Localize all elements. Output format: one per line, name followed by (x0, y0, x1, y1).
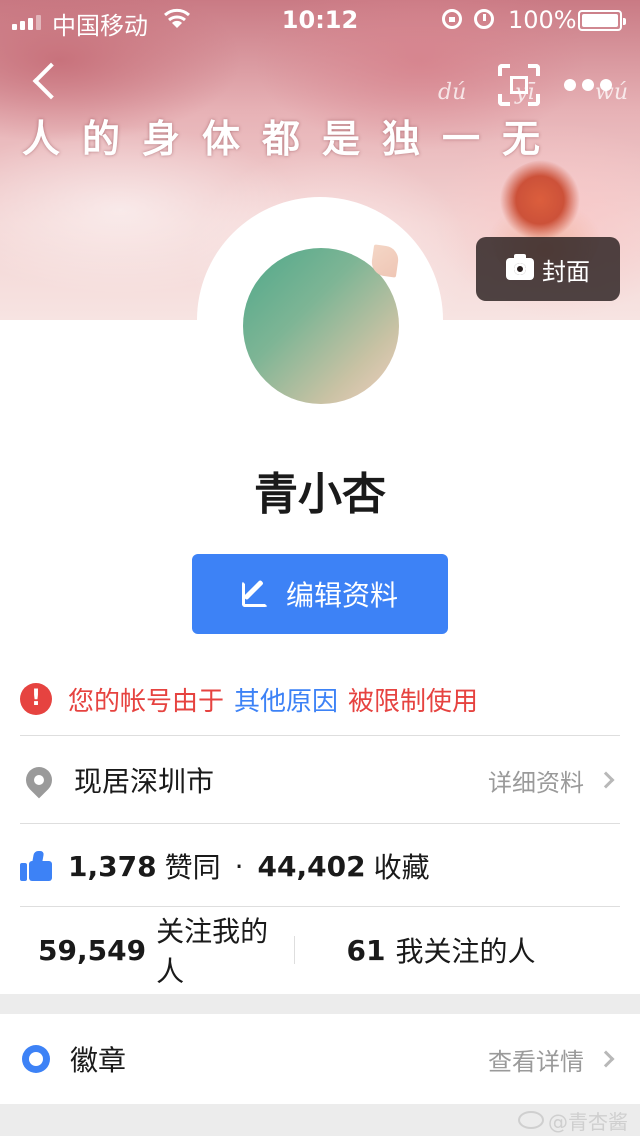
stats-separator: · (234, 849, 244, 883)
chevron-right-icon (597, 771, 615, 789)
camera-icon (506, 254, 534, 280)
view-details-link[interactable]: 查看详情 (488, 1042, 584, 1077)
thumbs-up-icon (20, 851, 52, 881)
change-cover-label: 封面 (542, 257, 590, 286)
follow-row: 59,549 关注我的人 61 我关注的人 (20, 908, 620, 992)
stats-row: 1,378 赞同 · 44,402 收藏 (20, 826, 620, 906)
badge-icon (22, 1045, 50, 1073)
battery-percent: 100% (508, 6, 577, 34)
followers-label: 关注我的人 (156, 915, 269, 988)
edit-profile-button[interactable]: 编辑资料 (192, 554, 448, 634)
qr-code-icon[interactable] (498, 64, 540, 106)
watermark-text: @青杏酱 (548, 1109, 628, 1134)
alarm-icon (474, 9, 494, 29)
weibo-icon (518, 1111, 544, 1129)
favorites-label: 收藏 (373, 851, 430, 884)
status-bar: 中国移动 10:12 100% (0, 0, 640, 40)
following-label: 我关注的人 (395, 935, 536, 968)
change-cover-button[interactable]: 封面 (476, 237, 620, 301)
favorites-count: 44,402 (257, 849, 366, 883)
account-restricted-notice: ! 您的帐号由于 其他原因 被限制使用 (20, 664, 620, 734)
location-pin-icon (20, 761, 58, 799)
username: 青小杏 (254, 469, 386, 520)
watermark: @青杏酱 (518, 1104, 628, 1136)
divider (20, 735, 620, 736)
likes-label: 赞同 (164, 851, 221, 884)
edit-icon (241, 581, 268, 607)
notice-text-end: 被限制使用 (348, 686, 479, 717)
divider (20, 906, 620, 907)
badges-row[interactable]: 徽章 查看详情 (20, 1016, 620, 1102)
other-reasons-link[interactable]: 其他原因 (234, 681, 338, 718)
warning-icon: ! (20, 683, 52, 715)
back-button[interactable] (28, 60, 72, 110)
following-button[interactable]: 61 我关注的人 (295, 930, 621, 970)
location-text: 现居深圳市 (74, 765, 215, 798)
more-icon[interactable] (564, 72, 618, 98)
followers-button[interactable]: 59,549 关注我的人 (20, 910, 294, 990)
battery-icon (578, 10, 626, 31)
cover-text: 人的身体都是独一无 (22, 116, 563, 161)
likes-count: 1,378 (68, 849, 157, 883)
chevron-right-icon (597, 1050, 615, 1068)
section-separator (0, 994, 640, 1014)
cover-pinyin: dú (438, 80, 467, 105)
followers-count: 59,549 (38, 933, 147, 967)
badges-label: 徽章 (70, 1044, 127, 1077)
edit-profile-label: 编辑资料 (285, 579, 398, 612)
rotation-lock-icon (442, 9, 462, 29)
location-row[interactable]: 现居深圳市 详细资料 (20, 738, 620, 822)
notice-text-start: 您的帐号由于 (68, 686, 225, 717)
following-count: 61 (346, 933, 386, 967)
profile-details-link[interactable]: 详细资料 (488, 763, 584, 798)
divider (20, 823, 620, 824)
